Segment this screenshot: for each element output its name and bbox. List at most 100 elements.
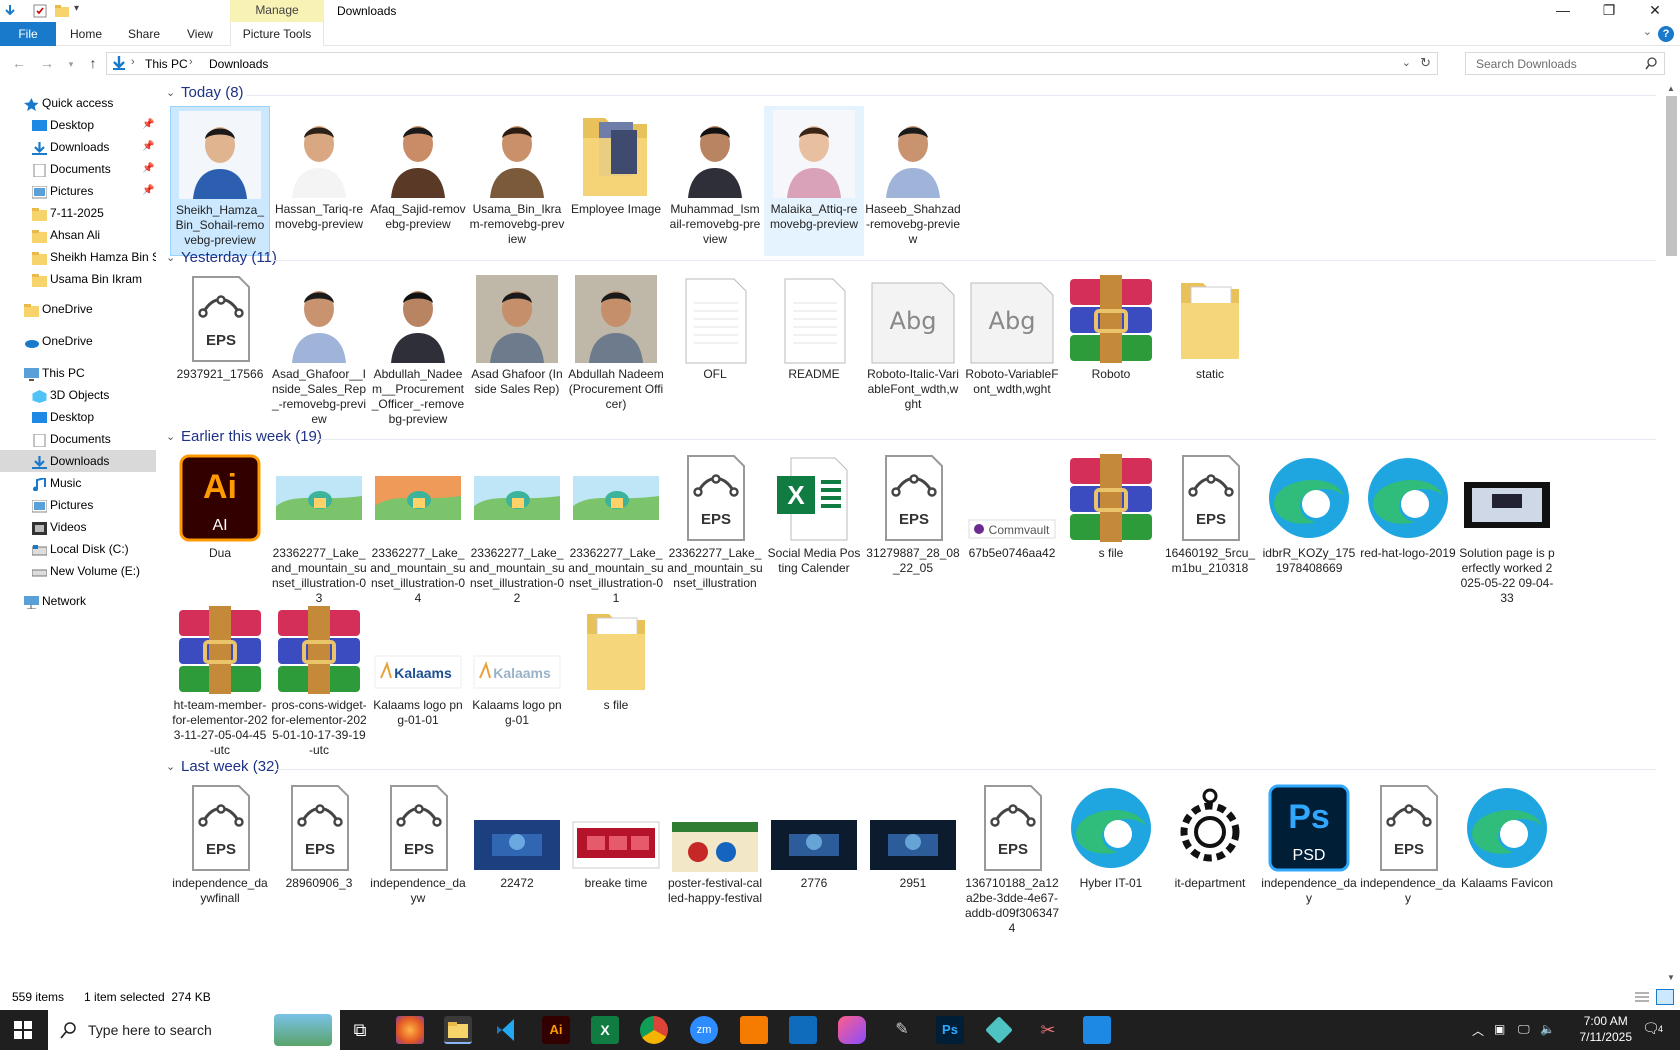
- group-header[interactable]: ⌄ Last week (32): [166, 758, 1656, 780]
- file-explorer-icon[interactable]: [444, 1016, 472, 1044]
- tray-app-icon[interactable]: ▣: [1494, 1022, 1505, 1036]
- file-item[interactable]: Malaika_Attiq-removebg-preview: [764, 106, 864, 256]
- task-view-icon[interactable]: ⧉: [346, 1016, 374, 1044]
- collapse-chevron-icon[interactable]: ⌄: [166, 760, 175, 773]
- details-view-icon[interactable]: [1634, 990, 1650, 1012]
- properties-icon[interactable]: [32, 3, 48, 19]
- firefox-icon[interactable]: [396, 1016, 424, 1044]
- nav-onedrive[interactable]: OneDrive: [0, 330, 156, 352]
- photoshop-icon[interactable]: Ps: [936, 1016, 964, 1044]
- address-dropdown-icon[interactable]: ⌄: [1402, 56, 1411, 69]
- address-bar[interactable]: › This PC › Downloads ⌄ ↻: [106, 52, 1438, 75]
- nav-this-pc[interactable]: This PC: [0, 362, 156, 384]
- manage-tab[interactable]: Manage: [230, 0, 324, 22]
- pin-icon[interactable]: 📌: [142, 180, 154, 202]
- file-item[interactable]: README: [764, 271, 864, 421]
- nav-local-disk-c[interactable]: Local Disk (C:): [0, 538, 156, 560]
- customize-toolbar-icon[interactable]: ▾: [74, 3, 90, 19]
- back-icon[interactable]: ←: [10, 55, 28, 71]
- file-item[interactable]: 23362277_Lake_and_mountain_sunset_illust…: [368, 450, 468, 605]
- file-item[interactable]: 2776: [764, 780, 864, 930]
- forward-icon[interactable]: →: [38, 55, 56, 71]
- file-item[interactable]: EPS 23362277_Lake_and_mountain_sunset_ill…: [665, 450, 765, 600]
- search-highlight-image[interactable]: [274, 1014, 332, 1046]
- file-item[interactable]: 23362277_Lake_and_mountain_sunset_illust…: [269, 450, 369, 605]
- recent-locations-icon[interactable]: ▾: [62, 59, 80, 70]
- file-item[interactable]: 2951: [863, 780, 963, 930]
- file-item[interactable]: OFL: [665, 271, 765, 421]
- collapse-chevron-icon[interactable]: ⌄: [166, 430, 175, 443]
- file-item[interactable]: idbrR_KOZy_1751978408669: [1259, 450, 1359, 600]
- nav-documents[interactable]: Documents 📌: [0, 158, 156, 180]
- nav-music[interactable]: Music: [0, 472, 156, 494]
- file-item[interactable]: EPS independence_dayw: [368, 780, 468, 930]
- group-header[interactable]: ⌄ Today (8): [166, 84, 1656, 106]
- nav-network[interactable]: Network: [0, 590, 156, 612]
- file-item[interactable]: 23362277_Lake_and_mountain_sunset_illust…: [566, 450, 666, 605]
- vertical-scrollbar[interactable]: ▲ ▼: [1663, 84, 1680, 982]
- file-item[interactable]: Ai AI Dua: [170, 450, 270, 600]
- xampp-icon[interactable]: [740, 1016, 768, 1044]
- zoom-icon[interactable]: zm: [690, 1016, 718, 1044]
- pin-icon[interactable]: 📌: [142, 136, 154, 158]
- file-item[interactable]: Muhammad_Ismail-removebg-preview: [665, 106, 765, 256]
- file-item[interactable]: Roboto: [1061, 271, 1161, 421]
- restore-button[interactable]: ❐: [1586, 0, 1632, 22]
- file-item[interactable]: EPS 136710188_2a12a2be-3dde-4e67-addb-d09…: [962, 780, 1062, 935]
- nav-videos[interactable]: Videos: [0, 516, 156, 538]
- nav-downloads[interactable]: Downloads 📌: [0, 136, 156, 158]
- file-item[interactable]: Haseeb_Shahzad-removebg-preview: [863, 106, 963, 256]
- photos-icon[interactable]: [1083, 1016, 1111, 1044]
- excel-icon[interactable]: X: [591, 1016, 619, 1044]
- breadcrumb-downloads[interactable]: Downloads: [209, 57, 268, 71]
- file-item[interactable]: Abg Roboto-VariableFont_wdth,wght: [962, 271, 1062, 421]
- volume-icon[interactable]: 🔈: [1540, 1022, 1555, 1036]
- file-item[interactable]: Usama_Bin_Ikram-removebg-preview: [467, 106, 567, 256]
- file-item[interactable]: ht-team-member-for-elementor-2023-11-27-…: [170, 602, 270, 757]
- nav-pc-pictures[interactable]: Pictures: [0, 494, 156, 516]
- breadcrumb-separator-icon[interactable]: ›: [131, 56, 135, 68]
- file-item[interactable]: Commvault 67b5e0746aa42: [962, 450, 1062, 600]
- tab-share[interactable]: Share: [116, 22, 172, 46]
- file-item[interactable]: Afaq_Sajid-removebg-preview: [368, 106, 468, 256]
- file-item[interactable]: Abg Roboto-Italic-VariableFont_wdth,wght: [863, 271, 963, 421]
- file-item[interactable]: red-hat-logo-2019: [1358, 450, 1458, 600]
- scroll-up-icon[interactable]: ▲: [1667, 84, 1675, 93]
- file-item[interactable]: EPS independence_daywfinall: [170, 780, 270, 930]
- scrollbar-thumb[interactable]: [1666, 96, 1677, 256]
- large-icons-view-icon[interactable]: [1656, 989, 1674, 1005]
- quick-access[interactable]: Quick access: [0, 92, 156, 114]
- up-icon[interactable]: ↑: [84, 55, 102, 71]
- refresh-icon[interactable]: ↻: [1420, 55, 1431, 71]
- nav-pictures[interactable]: Pictures 📌: [0, 180, 156, 202]
- pin-icon[interactable]: 📌: [142, 158, 154, 180]
- file-item[interactable]: Sheikh_Hamza_Bin_Sohail-removebg-preview: [170, 106, 270, 256]
- pen-tool-icon[interactable]: ✎: [888, 1016, 916, 1044]
- nav-folder-usama[interactable]: Usama Bin Ikram: [0, 268, 156, 290]
- nav-folder-7-11-2025[interactable]: 7-11-2025: [0, 202, 156, 224]
- file-item[interactable]: Kalaams Favicon: [1457, 780, 1557, 930]
- tab-picture-tools[interactable]: Picture Tools: [230, 22, 324, 46]
- nav-3d-objects[interactable]: 3D Objects: [0, 384, 156, 406]
- tab-home[interactable]: Home: [58, 22, 114, 46]
- file-item[interactable]: Hyber IT-01: [1061, 780, 1161, 930]
- file-item[interactable]: Solution page is perfectly worked 2025-0…: [1457, 450, 1557, 605]
- file-item[interactable]: X Social Media Posting Calender: [764, 450, 864, 600]
- file-item[interactable]: EPS 2937921_17566: [170, 271, 270, 421]
- outlook-icon[interactable]: [789, 1016, 817, 1044]
- close-button[interactable]: ✕: [1632, 0, 1678, 22]
- start-button[interactable]: [14, 1021, 32, 1042]
- breadcrumb-separator-icon[interactable]: ›: [189, 56, 193, 68]
- nav-desktop[interactable]: Desktop 📌: [0, 114, 156, 136]
- pin-icon[interactable]: 📌: [142, 114, 154, 136]
- filezilla-icon[interactable]: ✂: [1034, 1016, 1062, 1044]
- clock[interactable]: 7:00 AM 7/11/2025: [1580, 1013, 1633, 1045]
- vscode-icon[interactable]: [494, 1016, 522, 1044]
- file-item[interactable]: static: [1160, 271, 1260, 421]
- file-item[interactable]: Asad Ghafoor (Inside Sales Rep): [467, 271, 567, 421]
- file-item[interactable]: pros-cons-widget-for-elementor-2025-01-1…: [269, 602, 369, 757]
- creative-cloud-icon[interactable]: [838, 1016, 866, 1044]
- download-arrow-icon[interactable]: [2, 3, 18, 19]
- nav-onedrive-personal[interactable]: OneDrive: [0, 298, 156, 320]
- help-button[interactable]: ?: [1658, 26, 1674, 42]
